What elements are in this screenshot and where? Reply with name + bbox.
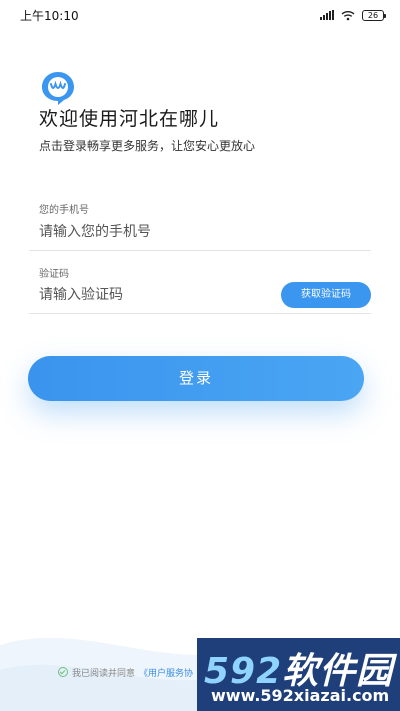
agreement-row: 我已阅读并同意 《用户服务协 (58, 665, 193, 679)
status-time: 上午10:10 (20, 9, 79, 23)
login-button[interactable]: 登录 (28, 356, 364, 401)
battery-icon: 26 (362, 9, 386, 21)
code-label: 验证码 (39, 269, 69, 280)
status-bar: 上午10:10 26 (0, 0, 400, 30)
app-logo-icon (40, 70, 76, 106)
status-icons: 26 (320, 8, 386, 22)
watermark: 592软件园 www.592xiazai.com (197, 638, 400, 711)
phone-label: 您的手机号 (39, 205, 89, 216)
welcome-subtitle: 点击登录畅享更多服务，让您安心更放心 (39, 139, 256, 153)
wifi-icon (341, 10, 355, 21)
phone-input[interactable] (39, 220, 269, 244)
get-code-button[interactable]: 获取验证码 (281, 282, 371, 308)
check-icon[interactable] (58, 667, 68, 677)
watermark-url: www.592xiazai.com (211, 686, 390, 705)
agreement-text: 我已阅读并同意 (72, 668, 136, 679)
signal-icon (320, 10, 334, 20)
code-input[interactable] (39, 283, 269, 307)
code-divider (29, 313, 371, 314)
welcome-title: 欢迎使用河北在哪儿 (39, 108, 220, 130)
phone-divider (29, 250, 371, 251)
agreement-link[interactable]: 《用户服务协 (139, 666, 193, 679)
